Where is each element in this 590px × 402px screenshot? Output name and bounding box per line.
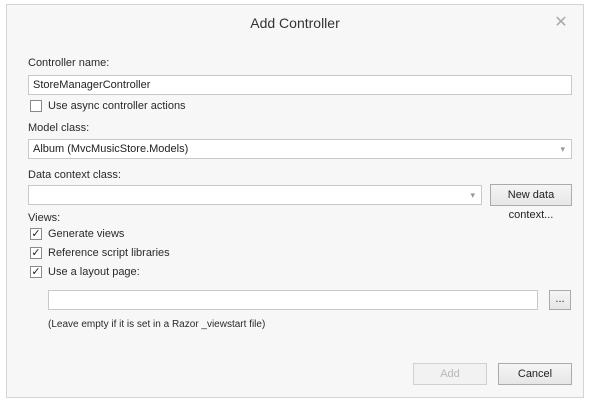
views-label: Views: bbox=[28, 212, 61, 224]
use-layout-label: Use a layout page: bbox=[48, 266, 140, 278]
reference-scripts-label: Reference script libraries bbox=[48, 247, 170, 259]
dialog-title: Add Controller bbox=[250, 15, 340, 31]
close-icon[interactable]: ✕ bbox=[549, 13, 573, 33]
chevron-down-icon[interactable]: ▾ bbox=[470, 186, 475, 204]
use-layout-option[interactable]: ✓ Use a layout page: bbox=[30, 266, 140, 278]
controller-name-label: Controller name: bbox=[28, 57, 110, 69]
chevron-down-icon[interactable]: ▾ bbox=[560, 140, 565, 158]
add-button[interactable]: Add bbox=[413, 363, 487, 385]
generate-views-option[interactable]: ✓ Generate views bbox=[30, 228, 124, 240]
model-class-label: Model class: bbox=[28, 122, 90, 134]
generate-views-checkbox[interactable]: ✓ bbox=[30, 228, 42, 240]
use-layout-checkbox[interactable]: ✓ bbox=[30, 266, 42, 278]
async-actions-option[interactable]: Use async controller actions bbox=[30, 100, 186, 112]
controller-name-input[interactable]: StoreManagerController bbox=[28, 75, 572, 95]
new-data-context-button[interactable]: New data context... bbox=[490, 184, 572, 221]
model-class-value: Album (MvcMusicStore.Models) bbox=[33, 143, 189, 155]
browse-button[interactable]: ... bbox=[549, 290, 571, 310]
generate-views-label: Generate views bbox=[48, 228, 125, 240]
data-context-label: Data context class: bbox=[28, 169, 121, 181]
layout-hint-text: (Leave empty if it is set in a Razor _vi… bbox=[48, 319, 266, 330]
reference-scripts-checkbox[interactable]: ✓ bbox=[30, 247, 42, 259]
reference-scripts-option[interactable]: ✓ Reference script libraries bbox=[30, 247, 170, 259]
layout-page-input[interactable] bbox=[48, 290, 538, 310]
model-class-select[interactable]: Album (MvcMusicStore.Models) ▾ bbox=[28, 139, 572, 159]
async-actions-checkbox[interactable] bbox=[30, 100, 42, 112]
add-controller-dialog: Add Controller ✕ Controller name: StoreM… bbox=[6, 4, 584, 398]
async-actions-label: Use async controller actions bbox=[48, 100, 186, 112]
data-context-select[interactable]: ▾ bbox=[28, 185, 482, 205]
cancel-button[interactable]: Cancel bbox=[498, 363, 572, 385]
